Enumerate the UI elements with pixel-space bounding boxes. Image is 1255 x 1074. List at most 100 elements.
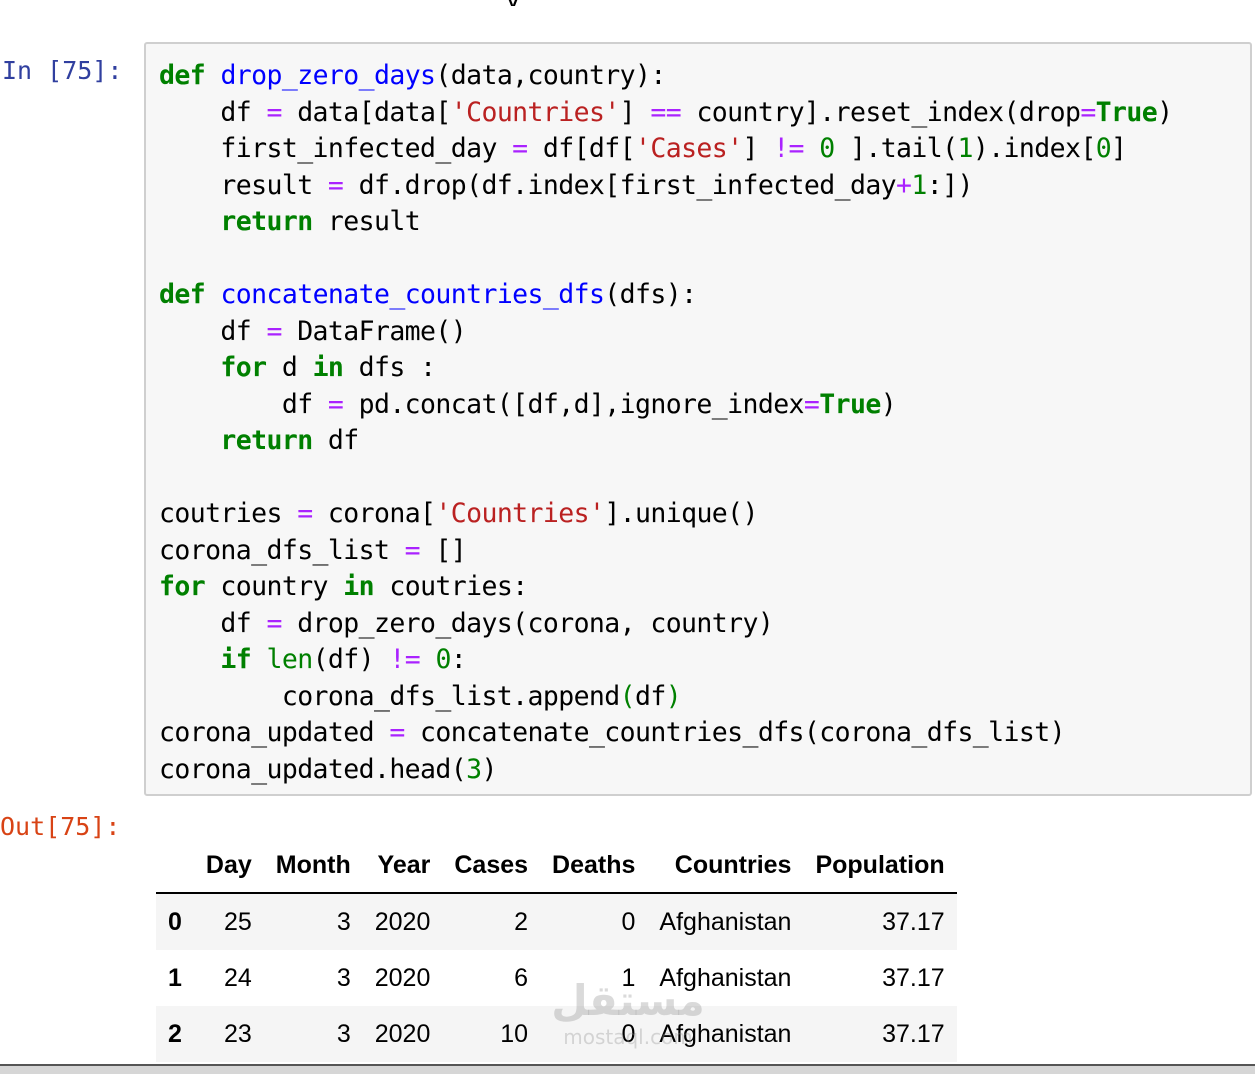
code-token: True	[1095, 96, 1158, 128]
code-token: =	[512, 133, 528, 164]
table-header-row: Day Month Year Cases Deaths Countries Populati…	[156, 838, 957, 894]
code-token: def	[159, 60, 206, 91]
code-line: corona_updated.head(3)	[159, 752, 1172, 789]
table-cell: 3	[336, 963, 351, 992]
code-editor[interactable]: def drop_zero_days(data,country): df = d…	[159, 58, 1173, 789]
code-token: =	[266, 315, 282, 347]
code-line: df = DataFrame()	[159, 314, 1172, 351]
code-token: =	[266, 607, 282, 639]
table-cell: 3	[336, 907, 351, 936]
code-cell[interactable]: def drop_zero_days(data,country): df = d…	[144, 42, 1252, 796]
code-line: return result	[159, 204, 1172, 241]
table-cell: 10	[500, 1019, 529, 1048]
code-token: 0	[435, 644, 451, 675]
code-token: 1	[911, 169, 927, 201]
table-cell: Afghanistan	[659, 963, 792, 992]
code-token: True	[819, 388, 881, 420]
table-row: 0 25 3 2020 2 0 Afghanistan 37.17	[156, 893, 957, 950]
row-index: 0	[168, 907, 182, 936]
code-token: first_infected_day	[159, 133, 513, 164]
code-line: for d in dfs :	[159, 350, 1172, 387]
table-cell: 0	[621, 1019, 636, 1048]
table-cell: 2020	[374, 1019, 431, 1048]
code-token: df	[159, 96, 267, 128]
code-line: def drop_zero_days(data,country):	[159, 58, 1172, 95]
code-token: country].reset_index(drop	[681, 96, 1081, 128]
code-line: df = drop_zero_days(corona, country)	[159, 606, 1172, 643]
table-cell: 0	[621, 907, 636, 936]
column-header: Population	[803, 838, 957, 894]
code-token: pd.concat([df,d],ignore_index	[343, 388, 805, 420]
column-header: Month	[263, 838, 363, 894]
code-token: (	[619, 680, 636, 712]
code-token: df	[635, 680, 666, 712]
code-token: 1	[957, 133, 973, 164]
table-cell: Afghanistan	[659, 1019, 792, 1048]
code-token: =	[327, 169, 344, 201]
code-token: return	[220, 206, 313, 237]
code-token: ==	[650, 96, 682, 128]
code-token: 'Countries'	[450, 96, 621, 128]
input-prompt: In [75]:	[2, 56, 123, 85]
code-token: df[df[	[527, 133, 636, 164]
code-token: !=	[389, 644, 421, 675]
horizontal-scrollbar[interactable]	[0, 1064, 1255, 1074]
code-token: dfs :	[343, 352, 436, 383]
code-token: df	[159, 388, 328, 420]
code-line: result = df.drop(df.index[first_infected…	[159, 168, 1172, 205]
code-line: corona_dfs_list.append(df)	[159, 679, 1172, 716]
code-token: corona_updated.head(	[159, 753, 467, 785]
code-token: df	[312, 425, 359, 456]
code-line: for country in coutries:	[159, 569, 1172, 606]
code-token: corona_dfs_list.append	[159, 680, 620, 712]
code-token: (dfs):	[604, 279, 697, 310]
code-line: corona_updated = concatenate_countries_d…	[159, 715, 1172, 752]
code-token: =	[404, 534, 421, 566]
column-header: Countries	[647, 838, 804, 894]
code-token: corona_dfs_list	[159, 534, 405, 566]
table-cell: 3	[336, 1019, 351, 1048]
code-token: 'Cases'	[635, 133, 743, 164]
table-cell: 25	[223, 907, 252, 936]
code-token: ]	[1111, 133, 1127, 164]
code-token: 'Countries'	[435, 498, 605, 529]
code-line: if len(df) != 0:	[159, 642, 1172, 679]
code-token: drop_zero_days(corona, country)	[281, 607, 774, 639]
code-line: first_infected_day = df[df['Cases'] != 0…	[159, 131, 1172, 168]
code-token: concatenate_countries_dfs	[220, 279, 605, 310]
code-token: ].unique()	[604, 498, 758, 529]
code-token: for	[159, 571, 206, 602]
row-index: 1	[168, 963, 182, 992]
code-token: in	[343, 571, 374, 602]
code-token: =	[266, 96, 282, 128]
code-token: corona[	[312, 498, 436, 529]
code-token: )	[665, 680, 682, 712]
cropped-heading-fragment: y	[505, 0, 545, 6]
code-line: df = pd.concat([df,d],ignore_index=True)	[159, 387, 1172, 424]
code-line: corona_dfs_list = []	[159, 533, 1172, 570]
code-token: !=	[773, 133, 804, 164]
output-area: Day Month Year Cases Deaths Countries Populati…	[156, 838, 957, 1062]
code-token: return	[220, 425, 313, 456]
table-cell: Afghanistan	[659, 907, 792, 936]
column-header: Year	[362, 838, 443, 894]
code-token: concatenate_countries_dfs(corona_dfs_lis…	[404, 717, 1066, 748]
dataframe-table: Day Month Year Cases Deaths Countries Populati…	[156, 838, 957, 1062]
code-token: coutries	[159, 498, 298, 529]
code-token: DataFrame()	[281, 315, 467, 347]
code-token: coutries:	[374, 571, 528, 602]
table-cell: 24	[223, 963, 252, 992]
code-token: len	[266, 644, 314, 675]
code-token: result	[312, 206, 421, 237]
column-header: Cases	[442, 838, 541, 894]
table-cell: 37.17	[882, 1019, 945, 1048]
code-token: (data,country):	[435, 60, 666, 91]
code-token: 0	[819, 133, 835, 164]
